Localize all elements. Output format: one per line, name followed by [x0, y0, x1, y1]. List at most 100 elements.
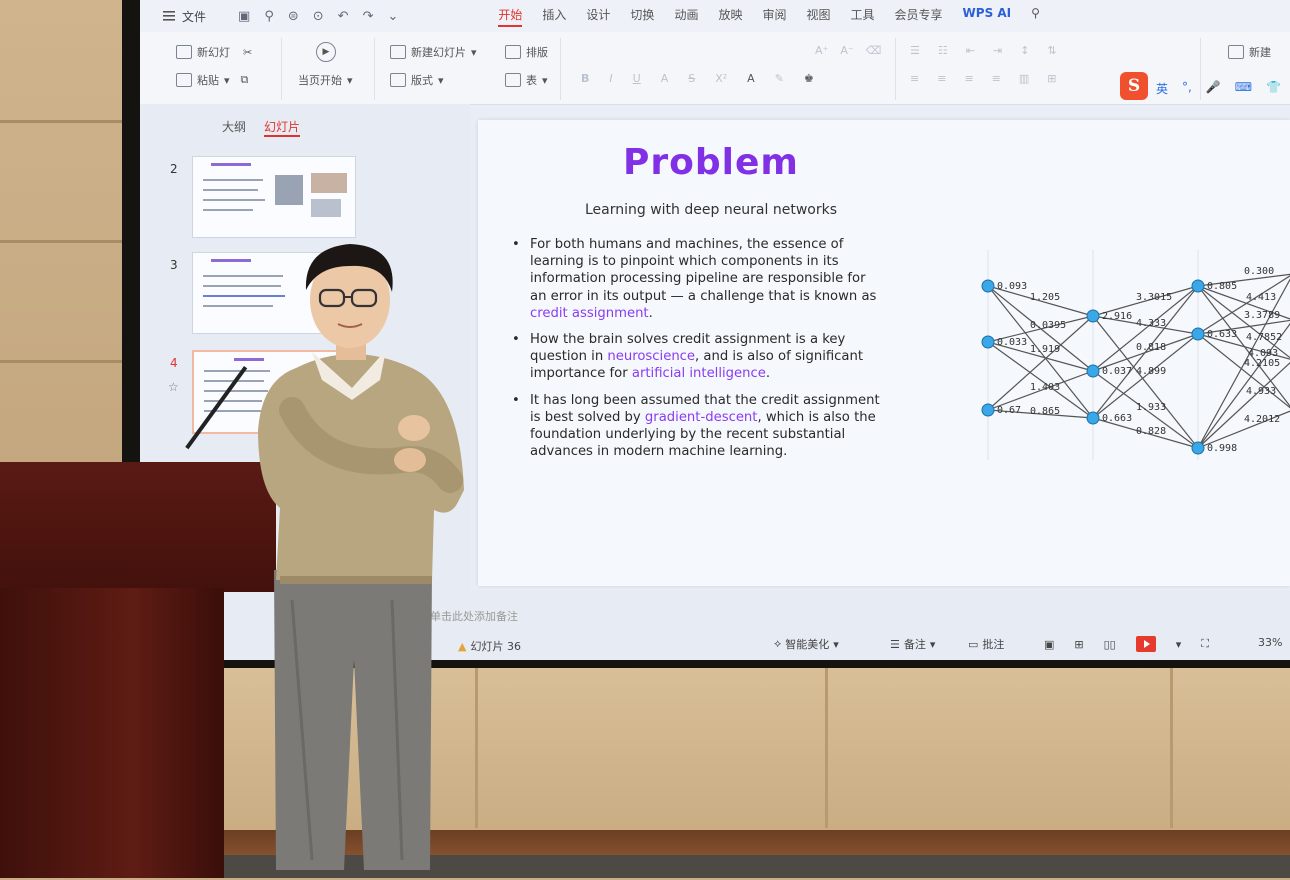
ime-toolbar: 英 °, 🎤 ⌨ 👕: [1156, 80, 1281, 97]
align-right-icon[interactable]: ≡: [964, 72, 973, 85]
columns-icon[interactable]: ▥: [1019, 72, 1029, 85]
wps-ai-button[interactable]: WPS AI: [963, 6, 1012, 27]
bullet-list: For both humans and machines, the essenc…: [512, 236, 880, 469]
tab-transition[interactable]: 切换: [630, 6, 654, 27]
node-label: 0.033: [997, 337, 1027, 348]
section-label: 排版: [526, 46, 548, 59]
cut-icon[interactable]: ✂: [243, 46, 252, 59]
sogou-ime-icon[interactable]: S: [1120, 72, 1148, 100]
edge-weight-label: 1.205: [1030, 292, 1060, 303]
undo-icon[interactable]: ↶: [338, 9, 349, 24]
tab-slides[interactable]: 幻灯片: [264, 118, 301, 137]
redo-icon[interactable]: ↷: [363, 9, 374, 24]
new-button[interactable]: 新建: [1228, 44, 1271, 60]
keyboard-icon[interactable]: ⌨: [1235, 80, 1252, 97]
ribbon-toolbar: 新幻灯 ✂ 粘贴 ▾ ⧉ ▶ 当页开始 ▾ 新建幻灯片 ▾ 版式 ▾ 排版 表 …: [140, 32, 1290, 105]
tab-insert[interactable]: 插入: [542, 6, 566, 27]
ime-punct-icon[interactable]: °,: [1182, 80, 1192, 97]
network-node: [1191, 327, 1205, 341]
title-bar: 文件 ▣ ⚲ ⊜ ⊙ ↶ ↷ ⌄ 开始 插入 设计 切换 动画 放映 审阅 视图…: [140, 0, 1290, 32]
annotate-button[interactable]: ▭ 批注: [968, 636, 1004, 652]
font-color-icon[interactable]: A: [747, 72, 755, 85]
menu-icon[interactable]: [162, 9, 176, 23]
table-button[interactable]: 表 ▾: [505, 72, 548, 88]
tab-tools[interactable]: 工具: [851, 6, 875, 27]
search-icon[interactable]: ⚲: [1031, 6, 1040, 27]
file-menu[interactable]: 文件: [182, 8, 206, 25]
chevron-down-icon: ▾: [833, 637, 839, 651]
new-slide-menu-button[interactable]: 新建幻灯片 ▾: [390, 44, 477, 60]
indent-decrease-icon[interactable]: ⇤: [966, 44, 975, 57]
thumbnail-figure: [311, 173, 347, 193]
justify-icon[interactable]: ≡: [992, 72, 1001, 85]
text-direction-icon[interactable]: ⇅: [1047, 44, 1056, 57]
chevron-down-icon: ▾: [929, 637, 936, 651]
slideshow-play-icon[interactable]: [1135, 636, 1156, 652]
clear-format-icon[interactable]: ⌫: [866, 44, 882, 57]
slide-subtitle: Learning with deep neural networks: [584, 202, 837, 218]
increase-font-icon[interactable]: A⁺: [815, 44, 828, 57]
normal-view-icon[interactable]: ▣: [1044, 638, 1054, 651]
superscript-icon[interactable]: X²: [715, 72, 727, 85]
underline-icon[interactable]: U: [633, 72, 641, 85]
zoom-level[interactable]: 33%: [1258, 636, 1282, 649]
edge-weight-label: 0.828: [1136, 426, 1166, 437]
skin-icon[interactable]: 👕: [1266, 80, 1281, 97]
decrease-font-icon[interactable]: A⁻: [840, 44, 853, 57]
new-slide-button[interactable]: 新幻灯 ✂: [176, 44, 252, 60]
grid-view-icon[interactable]: ⊞: [1074, 638, 1083, 651]
ime-lang-icon[interactable]: 英: [1156, 80, 1168, 97]
align-left-icon[interactable]: ≡: [910, 72, 919, 85]
bullet-text: .: [765, 366, 771, 382]
beautify-icon: ⟡: [774, 637, 782, 650]
tab-home[interactable]: 开始: [498, 6, 523, 27]
play-from-start-label: 当页开始: [298, 74, 342, 87]
star-icon[interactable]: ☆: [168, 380, 179, 394]
ribbon-tabs: 开始 插入 设计 切换 动画 放映 审阅 视图 工具 会员专享 WPS AI ⚲: [498, 6, 1040, 27]
align-center-icon[interactable]: ≡: [937, 72, 946, 85]
beautify-label: 智能美化: [785, 638, 830, 651]
shadow-icon[interactable]: A: [661, 72, 669, 85]
tab-design[interactable]: 设计: [586, 6, 610, 27]
fit-screen-icon[interactable]: ⛶: [1201, 637, 1209, 651]
beautify-button[interactable]: ⟡ 智能美化 ▾: [774, 636, 839, 652]
preview-icon[interactable]: ⊙: [313, 9, 324, 24]
chevron-down-icon[interactable]: ⌄: [387, 9, 398, 24]
tab-member[interactable]: 会员专享: [895, 6, 943, 27]
table-icon: [505, 73, 521, 87]
tab-view[interactable]: 视图: [806, 6, 830, 27]
microphone-icon[interactable]: 🎤: [1206, 80, 1221, 97]
tab-slideshow[interactable]: 放映: [718, 6, 742, 27]
paste-button[interactable]: 粘贴 ▾ ⧉: [176, 72, 248, 88]
node-label: 0.663: [1102, 413, 1132, 424]
chevron-down-icon[interactable]: ▾: [1176, 638, 1182, 651]
italic-icon[interactable]: I: [609, 72, 612, 85]
layout-button[interactable]: 版式 ▾: [390, 72, 444, 88]
strikethrough-icon[interactable]: S: [688, 72, 695, 85]
tab-outline[interactable]: 大纲: [222, 118, 246, 137]
slide-thumbnail[interactable]: [192, 156, 356, 238]
text-effect-icon[interactable]: ♚: [804, 72, 814, 85]
play-button[interactable]: ▶: [316, 42, 336, 62]
search-file-icon[interactable]: ⚲: [264, 9, 274, 24]
bullet-list-icon[interactable]: ☰: [910, 44, 920, 57]
line-spacing-icon[interactable]: ↕: [1020, 44, 1029, 57]
slide-canvas[interactable]: Problem Learning with deep neural networ…: [478, 120, 1290, 586]
indent-increase-icon[interactable]: ⇥: [993, 44, 1002, 57]
print-icon[interactable]: ⊜: [288, 9, 299, 24]
play-from-start-button[interactable]: 当页开始 ▾: [298, 72, 353, 88]
copy-icon[interactable]: ⧉: [241, 73, 249, 87]
reading-view-icon[interactable]: ▯▯: [1104, 638, 1116, 651]
play-circle-icon: ▶: [316, 42, 336, 62]
distribute-icon[interactable]: ⊞: [1047, 72, 1056, 85]
save-icon[interactable]: ▣: [238, 9, 250, 24]
output-weight-label: 3.3789: [1244, 310, 1280, 321]
bold-icon[interactable]: B: [581, 72, 589, 85]
section-button[interactable]: 排版: [505, 44, 548, 60]
tab-review[interactable]: 审阅: [762, 6, 786, 27]
notes-button[interactable]: ☰ 备注 ▾: [890, 636, 935, 652]
highlight-icon[interactable]: ✎: [775, 72, 784, 85]
numbered-list-icon[interactable]: ☷: [938, 44, 948, 57]
tab-animation[interactable]: 动画: [674, 6, 698, 27]
network-node: [1086, 364, 1100, 378]
